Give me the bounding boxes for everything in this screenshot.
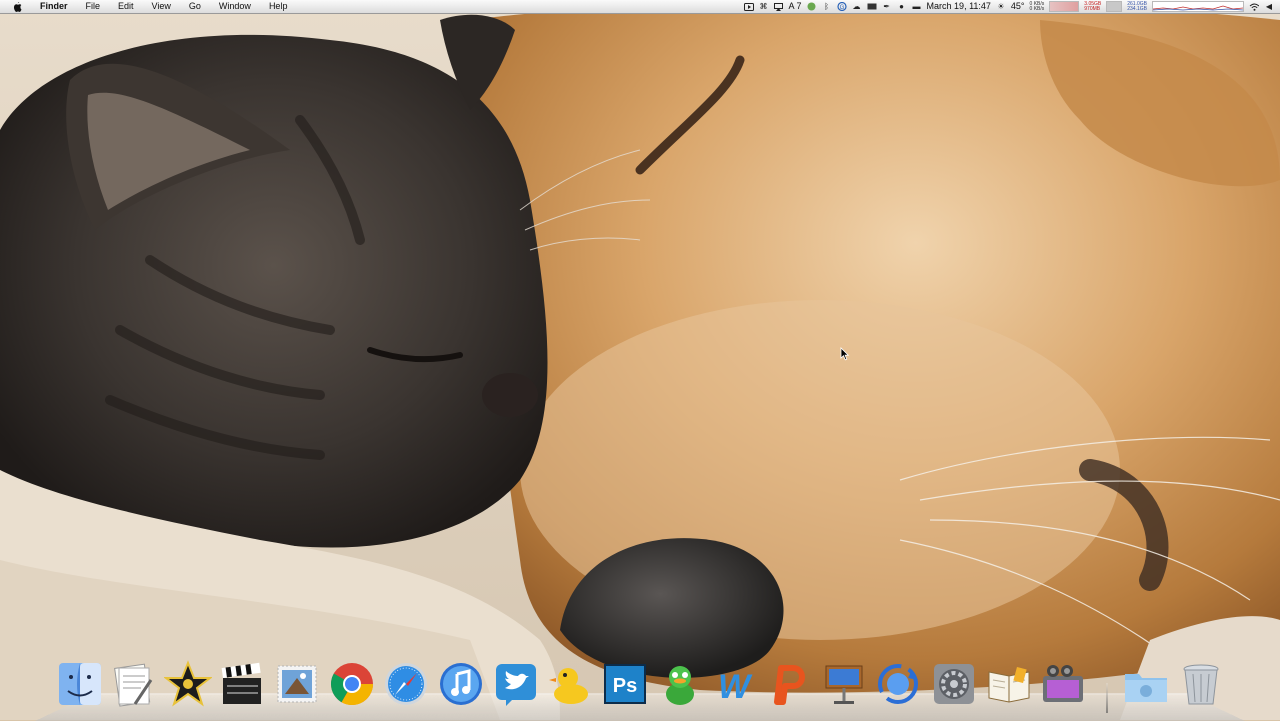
trash-icon [1183, 664, 1219, 705]
dock: Ps W [0, 656, 1280, 720]
dock-mail[interactable] [273, 660, 321, 708]
notification-count[interactable]: A 7 [789, 0, 802, 13]
menu-go[interactable]: Go [180, 0, 210, 13]
network-throughput[interactable]: 0 KB/s 0 KB/s [1030, 1, 1045, 12]
cloud-icon[interactable]: ☁ [852, 2, 862, 11]
itunes-icon [440, 663, 482, 705]
sync-icon [878, 664, 918, 704]
dock-safari[interactable] [382, 660, 430, 708]
mail-stamp-icon [277, 665, 317, 703]
twitter-icon [496, 664, 536, 706]
dock-system-preferences[interactable] [930, 660, 978, 708]
wifi-icon[interactable] [1249, 2, 1259, 11]
menu-edit[interactable]: Edit [109, 0, 143, 13]
memory-usage[interactable]: 3.05GB 970MB [1084, 1, 1101, 12]
clock-datetime[interactable]: March 19, 11:47 [927, 0, 991, 13]
memory-bar[interactable] [1106, 1, 1123, 12]
evernote-icon[interactable] [807, 2, 817, 11]
finder-icon [59, 663, 101, 705]
dock-itunes[interactable] [437, 660, 485, 708]
dock-time-machine[interactable] [874, 660, 922, 708]
dock-preview[interactable] [109, 660, 157, 708]
disk-usage[interactable]: 261.0GB 234.1GB [1127, 1, 1147, 12]
dock-final-cut[interactable] [218, 660, 266, 708]
dock-twitter[interactable] [492, 660, 540, 708]
dock-ibooks[interactable] [985, 660, 1033, 708]
dropbox-icon[interactable]: G [836, 2, 847, 11]
menu-help[interactable]: Help [260, 0, 297, 13]
messages-icon[interactable]: ▬ [912, 2, 922, 11]
folder-icon [1125, 674, 1167, 702]
dock-separator [1106, 683, 1108, 713]
dock-photoshop[interactable]: Ps [601, 660, 649, 708]
mouse-cursor-icon [840, 347, 850, 361]
activity-graph[interactable] [1152, 1, 1244, 12]
dock-powerpoint[interactable] [765, 660, 813, 708]
dock-chrome[interactable] [328, 660, 376, 708]
temperature[interactable]: 45° [1011, 0, 1025, 13]
book-icon [988, 666, 1030, 703]
menu-window[interactable]: Window [210, 0, 260, 13]
airplay-icon[interactable] [774, 2, 784, 11]
volume-icon[interactable]: ◀ [1264, 2, 1274, 11]
status-menus: ⌘ A 7 ᛒ G ☁ ✒ ● ▬ March 19, 11:47 ☀ 45° … [743, 0, 1274, 13]
chrome-icon [330, 663, 373, 706]
weather-icon[interactable]: ☀ [996, 2, 1006, 11]
desktop-wallpaper [0, 0, 1280, 720]
dock-adium[interactable] [656, 660, 704, 708]
record-icon[interactable]: ● [897, 2, 907, 11]
svg-text:W: W [718, 668, 753, 706]
menu-bar: Finder File Edit View Go Window Help ⌘ A… [0, 0, 1280, 14]
menu-file[interactable]: File [77, 0, 110, 13]
adium-icon [666, 666, 694, 705]
safari-icon [385, 663, 427, 705]
iphoto-icon [1043, 665, 1083, 702]
menu-view[interactable]: View [143, 0, 180, 13]
system-preferences-icon [934, 664, 974, 704]
apple-menu-icon[interactable] [12, 1, 24, 13]
dock-imovie[interactable] [164, 660, 212, 708]
powerpoint-icon [774, 665, 805, 705]
dock-cyberduck[interactable] [546, 660, 594, 708]
dock-keynote[interactable] [820, 660, 868, 708]
dock-word[interactable]: W [710, 660, 758, 708]
cpu-meter[interactable] [1049, 1, 1080, 12]
word-icon: W [718, 668, 753, 706]
pen-icon[interactable]: ✒ [882, 2, 892, 11]
dock-trash[interactable] [1177, 660, 1225, 708]
display-icon[interactable] [867, 2, 877, 11]
app-menu-finder[interactable]: Finder [30, 0, 77, 13]
preview-icon [114, 663, 153, 707]
clapperboard-icon [221, 662, 261, 704]
svg-text:G: G [839, 5, 844, 11]
photoshop-icon: Ps [604, 664, 646, 704]
screen-record-icon[interactable] [743, 2, 754, 11]
bluetooth-icon[interactable]: ᛒ [822, 2, 832, 11]
dock-downloads-folder[interactable] [1122, 660, 1170, 708]
svg-text:Ps: Ps [613, 675, 637, 697]
dock-finder[interactable] [56, 660, 104, 708]
imovie-star-icon [164, 660, 212, 707]
dock-iphoto[interactable] [1039, 660, 1087, 708]
duck-icon [549, 668, 588, 704]
keynote-icon [825, 665, 863, 704]
cmd-icon[interactable]: ⌘ [759, 2, 769, 11]
